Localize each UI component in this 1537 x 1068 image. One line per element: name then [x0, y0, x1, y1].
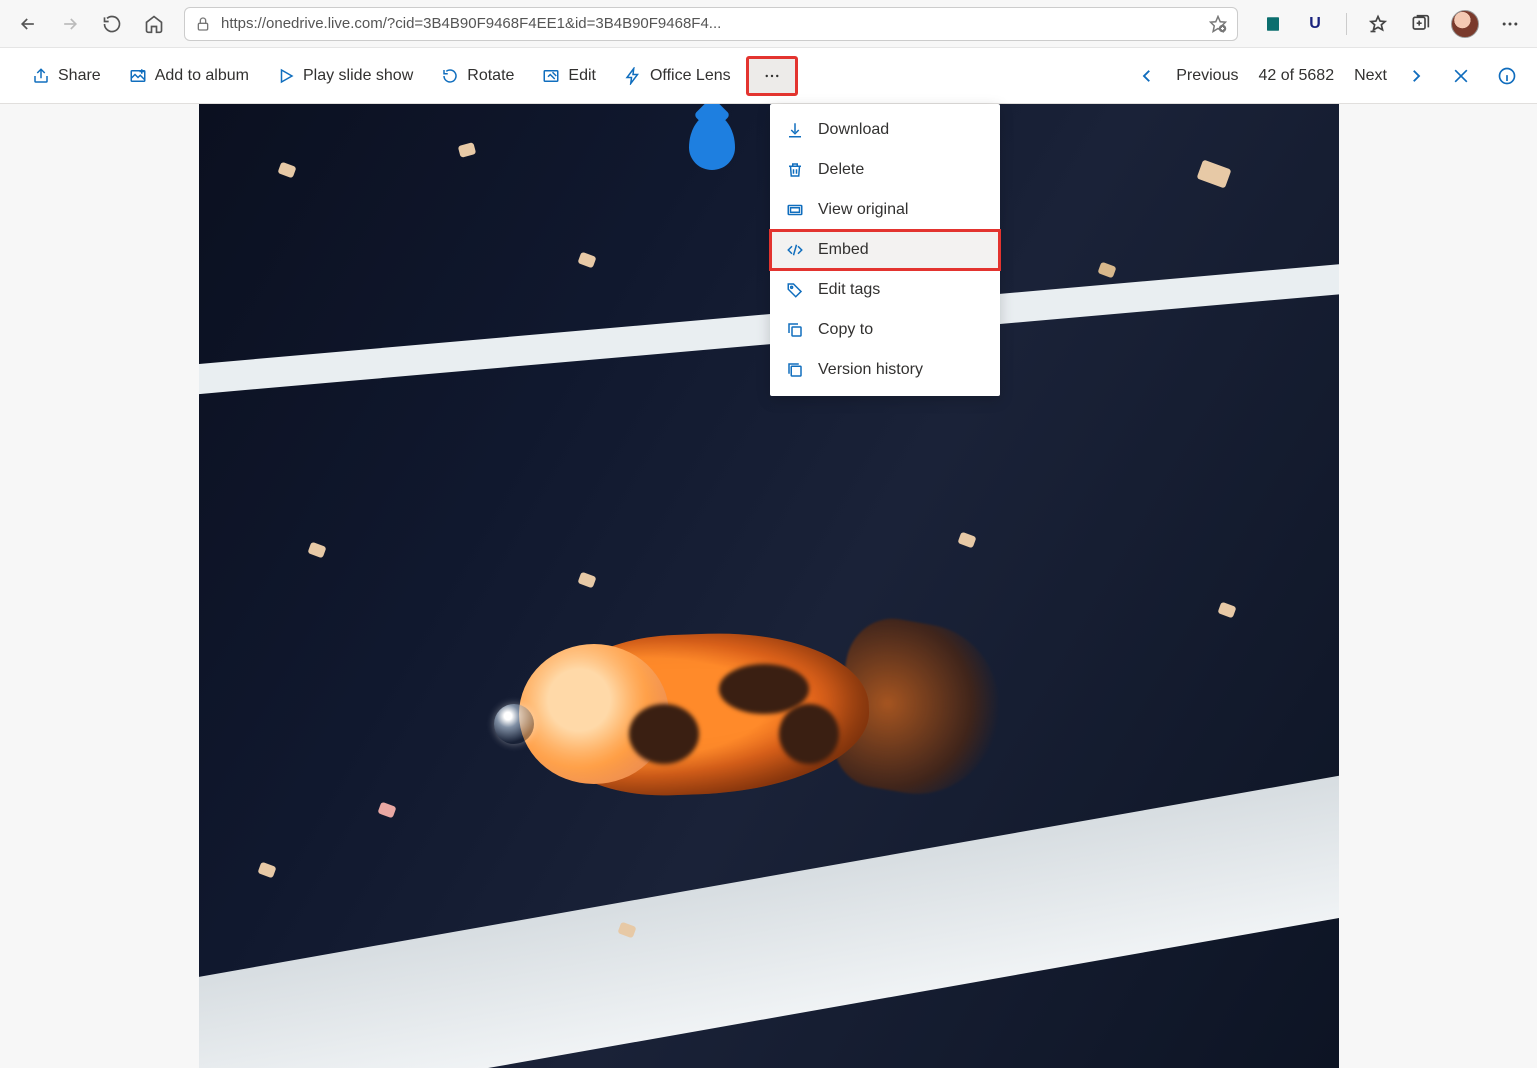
share-icon [32, 67, 50, 85]
more-actions-menu: Download Delete View original Embed Edit… [770, 104, 1000, 396]
photo-counter: 42 of 5682 [1258, 67, 1334, 85]
play-slideshow-label: Play slide show [303, 67, 413, 85]
favorites-icon[interactable] [1367, 13, 1389, 35]
play-slideshow-button[interactable]: Play slide show [265, 61, 425, 91]
add-to-album-button[interactable]: Add to album [117, 61, 261, 91]
previous-button[interactable]: Previous [1176, 67, 1238, 85]
trash-icon [786, 161, 804, 179]
rotate-label: Rotate [467, 67, 514, 85]
browser-chrome: https://onedrive.live.com/?cid=3B4B90F94… [0, 0, 1537, 48]
view-original-icon [786, 201, 804, 219]
close-button[interactable] [1445, 66, 1477, 86]
photo-preview[interactable] [199, 104, 1339, 1068]
lightning-icon [624, 67, 642, 85]
info-button[interactable] [1497, 66, 1517, 86]
embed-icon [786, 241, 804, 259]
more-icon [763, 67, 781, 85]
menu-embed[interactable]: Embed [770, 230, 1000, 270]
reader-icon[interactable] [1262, 13, 1284, 35]
menu-embed-label: Embed [818, 241, 869, 259]
menu-view-original[interactable]: View original [770, 190, 1000, 230]
menu-copy-to-label: Copy to [818, 321, 873, 339]
menu-version-history-label: Version history [818, 361, 923, 379]
album-icon [129, 67, 147, 85]
share-button[interactable]: Share [20, 61, 113, 91]
menu-view-original-label: View original [818, 201, 908, 219]
edit-image-icon [542, 67, 560, 85]
previous-chevron-icon[interactable] [1138, 67, 1156, 85]
add-favorite-icon[interactable] [1209, 15, 1227, 33]
onedrive-toolbar: Share Add to album Play slide show Rotat… [0, 48, 1537, 104]
office-lens-button[interactable]: Office Lens [612, 61, 743, 91]
divider [1346, 13, 1347, 35]
profile-avatar[interactable] [1451, 10, 1479, 38]
menu-delete-label: Delete [818, 161, 864, 179]
back-button[interactable] [16, 12, 40, 36]
rotate-button[interactable]: Rotate [429, 61, 526, 91]
edit-label: Edit [568, 67, 596, 85]
more-actions-button[interactable] [747, 57, 797, 95]
tag-icon [786, 281, 804, 299]
water-drop-icon [689, 114, 735, 170]
menu-delete[interactable]: Delete [770, 150, 1000, 190]
refresh-button[interactable] [100, 12, 124, 36]
url-text: https://onedrive.live.com/?cid=3B4B90F94… [221, 15, 1199, 32]
play-icon [277, 67, 295, 85]
rotate-icon [441, 67, 459, 85]
menu-download[interactable]: Download [770, 110, 1000, 150]
collections-icon[interactable] [1409, 13, 1431, 35]
viewer-content [0, 104, 1537, 1068]
add-to-album-label: Add to album [155, 67, 249, 85]
menu-copy-to[interactable]: Copy to [770, 310, 1000, 350]
office-lens-label: Office Lens [650, 67, 731, 85]
forward-button [58, 12, 82, 36]
next-button[interactable]: Next [1354, 67, 1387, 85]
next-chevron-icon[interactable] [1407, 67, 1425, 85]
browser-more-icon[interactable] [1499, 13, 1521, 35]
download-icon [786, 121, 804, 139]
share-label: Share [58, 67, 101, 85]
photo-nav: Previous 42 of 5682 Next [1138, 66, 1517, 86]
extension-u-icon[interactable]: U [1304, 13, 1326, 35]
menu-edit-tags[interactable]: Edit tags [770, 270, 1000, 310]
address-bar[interactable]: https://onedrive.live.com/?cid=3B4B90F94… [184, 7, 1238, 41]
copy-icon [786, 321, 804, 339]
version-history-icon [786, 361, 804, 379]
menu-edit-tags-label: Edit tags [818, 281, 880, 299]
menu-version-history[interactable]: Version history [770, 350, 1000, 390]
browser-right-icons: U [1256, 10, 1521, 38]
edit-button[interactable]: Edit [530, 61, 608, 91]
menu-download-label: Download [818, 121, 889, 139]
lock-icon [195, 16, 211, 32]
home-button[interactable] [142, 12, 166, 36]
